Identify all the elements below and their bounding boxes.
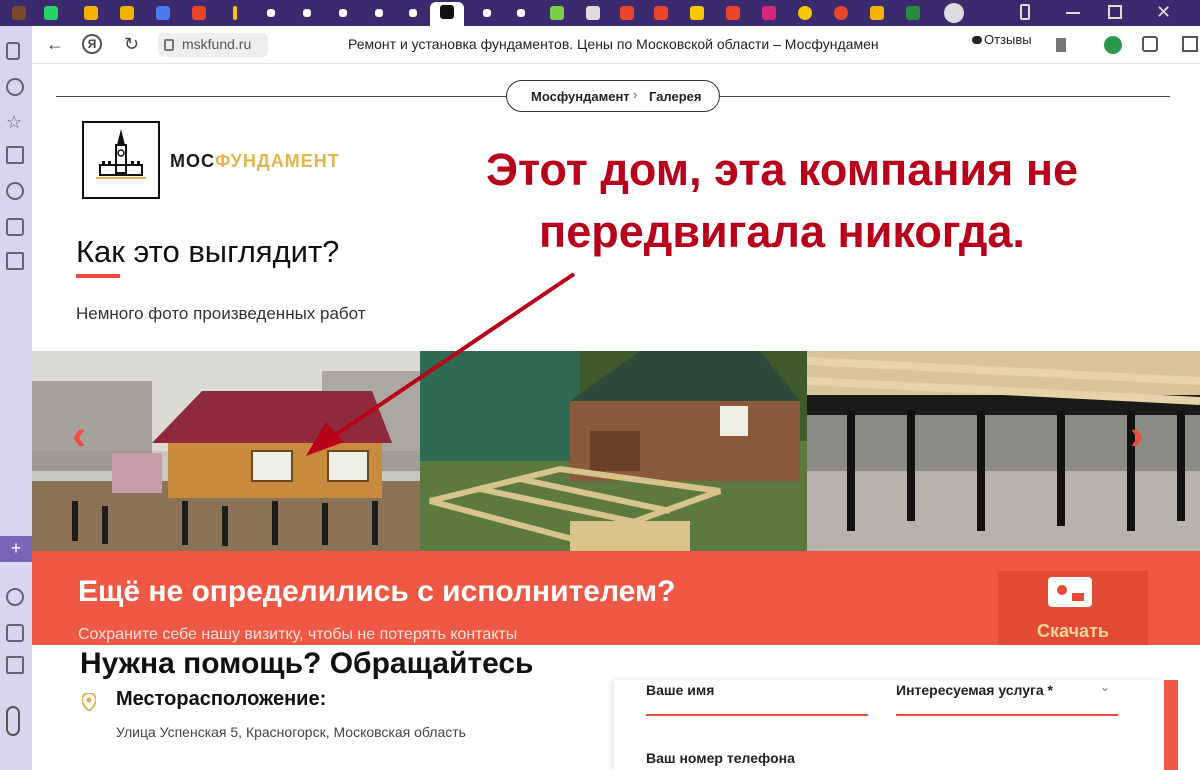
name-field-label: Ваше имя bbox=[646, 682, 715, 698]
yandex-tab-icon[interactable] bbox=[186, 3, 212, 23]
sparkle-tab-icon[interactable] bbox=[294, 3, 320, 23]
camera-icon[interactable] bbox=[6, 624, 24, 642]
browser-sidebar: ☆ + bbox=[0, 26, 32, 770]
help-title: Нужна помощь? Обращайтесь bbox=[80, 647, 534, 680]
address-bar: ← Я ↻ mskfund.ru Ремонт и установка фунд… bbox=[32, 26, 1200, 64]
logo[interactable] bbox=[82, 121, 160, 199]
page-title: Ремонт и установка фундаментов. Цены по … bbox=[348, 36, 879, 52]
extensions-icon[interactable] bbox=[1142, 36, 1158, 52]
chevron-right-icon: › bbox=[633, 87, 638, 102]
yandex-tab-icon[interactable] bbox=[614, 3, 640, 23]
close-icon[interactable]: ✕ bbox=[1156, 2, 1171, 23]
checkmark-tab-icon[interactable] bbox=[544, 3, 570, 23]
mail-tab-icon[interactable] bbox=[864, 3, 890, 23]
protect-icon[interactable] bbox=[1104, 36, 1122, 54]
chevron-down-icon[interactable]: ⌄ bbox=[1100, 680, 1110, 694]
apps-grid-icon[interactable] bbox=[6, 656, 24, 674]
url-text: mskfund.ru bbox=[182, 36, 252, 52]
mail-tab-icon[interactable] bbox=[114, 3, 140, 23]
gallery-prev-arrow[interactable]: ‹ bbox=[72, 411, 86, 459]
brand-part-2: ФУНДАМЕНТ bbox=[215, 151, 340, 171]
name-field[interactable] bbox=[646, 714, 868, 716]
pin-tab-icon[interactable] bbox=[828, 3, 854, 23]
breadcrumb-current: Галерея bbox=[649, 89, 702, 104]
yandex-tab-icon[interactable] bbox=[720, 3, 746, 23]
apps-grid-icon[interactable] bbox=[6, 252, 24, 270]
title-underline bbox=[76, 274, 120, 278]
app-tab-icon[interactable] bbox=[150, 3, 176, 23]
sparkle-tab-icon[interactable] bbox=[366, 3, 392, 23]
f-tab-icon[interactable] bbox=[900, 3, 926, 23]
yandex-tab-icon[interactable] bbox=[648, 3, 674, 23]
star-icon[interactable]: ☆ bbox=[6, 112, 24, 132]
tab-icon[interactable] bbox=[6, 3, 32, 23]
instagram-tab-icon[interactable] bbox=[756, 3, 782, 23]
bookmarks-icon[interactable] bbox=[1020, 4, 1030, 20]
reviews-label: Отзывы bbox=[984, 32, 1032, 47]
sparkle-tab-icon[interactable] bbox=[330, 3, 356, 23]
location-label: Месторасположение: bbox=[116, 688, 327, 710]
back-icon[interactable]: ← bbox=[46, 34, 64, 55]
speech-bubble-icon bbox=[972, 36, 982, 44]
callout-line-2: передвигала никогда. bbox=[539, 206, 1025, 257]
download-icon[interactable] bbox=[1182, 36, 1198, 52]
photo-gallery: ‹ › bbox=[32, 351, 1200, 551]
mail-tab-icon[interactable] bbox=[78, 3, 104, 23]
maximize-icon[interactable] bbox=[1108, 5, 1122, 19]
bell-icon[interactable] bbox=[6, 42, 20, 60]
download-card-button[interactable]: Скачать bbox=[998, 571, 1148, 645]
kremlin-tower-icon bbox=[96, 129, 146, 179]
bookmark-tab-icon[interactable] bbox=[222, 3, 248, 23]
browser-tab-bar: ✕ bbox=[0, 0, 1200, 26]
service-select[interactable] bbox=[896, 714, 1118, 716]
sparkle-tab-icon[interactable] bbox=[474, 3, 500, 23]
annotation-arrow bbox=[306, 272, 576, 456]
scroll-handle[interactable] bbox=[6, 706, 20, 736]
camera-icon[interactable] bbox=[6, 218, 24, 236]
cta-title: Ещё не определились с исполнителем? bbox=[78, 575, 676, 608]
phone-field-label: Ваш номер телефона bbox=[646, 750, 795, 766]
cta-subtitle: Сохраните себе нашу визитку, чтобы не по… bbox=[78, 626, 518, 643]
sparkle-tab-icon[interactable] bbox=[400, 3, 426, 23]
sparkle-tab-icon[interactable] bbox=[508, 3, 534, 23]
crown-tab-icon[interactable] bbox=[684, 3, 710, 23]
sparkle-tab-icon[interactable] bbox=[258, 3, 284, 23]
play-tab-icon[interactable] bbox=[792, 3, 818, 23]
active-tab[interactable] bbox=[430, 2, 464, 26]
business-card-icon bbox=[1048, 577, 1092, 607]
form-accent-edge bbox=[1164, 680, 1178, 770]
web-page: Мосфундамент › Галерея МОСФУНДАМЕНТ Этот… bbox=[32, 64, 1200, 770]
location-pin-icon bbox=[80, 691, 98, 713]
play-icon[interactable] bbox=[6, 182, 24, 200]
contact-form: Ваше имя Интересуемая услуга * ⌄ Ваш ном… bbox=[614, 680, 1164, 770]
whatsapp-tab-icon[interactable] bbox=[38, 3, 64, 23]
lock-icon bbox=[164, 39, 174, 51]
collections-icon[interactable] bbox=[6, 146, 24, 164]
url-field[interactable]: mskfund.ru bbox=[158, 33, 268, 57]
brand-part-1: МОС bbox=[170, 151, 215, 171]
gallery-next-arrow[interactable]: › bbox=[1130, 411, 1144, 459]
service-field-label: Интересуемая услуга * bbox=[896, 682, 1053, 698]
play-icon[interactable] bbox=[6, 588, 24, 606]
yandex-logo-icon[interactable]: Я bbox=[82, 34, 102, 54]
document-tab-icon[interactable] bbox=[580, 3, 606, 23]
breadcrumb: Мосфундамент › Галерея bbox=[506, 80, 720, 112]
reload-icon[interactable]: ↻ bbox=[124, 34, 139, 55]
history-icon[interactable] bbox=[6, 78, 24, 96]
cta-banner: Ещё не определились с исполнителем? Сохр… bbox=[32, 551, 1200, 645]
annotation-callout: Этот дом, эта компания не передвигала ни… bbox=[432, 139, 1132, 263]
callout-line-1: Этот дом, эта компания не bbox=[485, 144, 1079, 195]
reviews-button[interactable]: Отзывы bbox=[972, 32, 1032, 47]
brand-name: МОСФУНДАМЕНТ bbox=[170, 151, 340, 172]
download-label: Скачать bbox=[1037, 621, 1109, 641]
add-panel-button[interactable]: + bbox=[0, 536, 32, 562]
minimize-icon[interactable] bbox=[1066, 12, 1080, 14]
new-tab-icon[interactable] bbox=[944, 3, 964, 23]
breadcrumb-home[interactable]: Мосфундамент bbox=[531, 89, 630, 104]
bookmark-icon[interactable] bbox=[1056, 38, 1066, 52]
location-address: Улица Успенская 5, Красногорск, Московск… bbox=[116, 724, 466, 740]
